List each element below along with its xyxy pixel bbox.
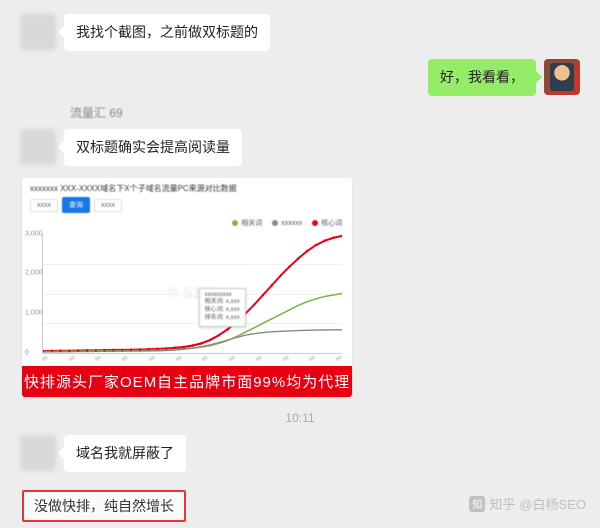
chart-plot-area: 0 1,000 2,000 3,000 © 5118 xxxxxxxxx 相关词…: [42, 234, 342, 354]
avatar-other[interactable]: [20, 129, 56, 165]
zhihu-watermark: 知 知乎 @白杨SEO: [469, 494, 586, 513]
legend-label: 核心词: [321, 218, 342, 228]
message-bubble[interactable]: 域名我就屏蔽了: [64, 435, 186, 472]
message-bubble-self[interactable]: 好，我看看，: [428, 59, 536, 96]
banner-text: 快排源头厂家: [24, 371, 120, 392]
tooltip-line: 排名词: x,xxx: [205, 315, 240, 323]
watermark-author: @白杨SEO: [519, 494, 586, 513]
chart-title: xxxxxxx XXX-XXXX域名下X个子域名流量PC来源对比数据: [30, 183, 344, 194]
chart-header: xxxxxxx XXX-XXXX域名下X个子域名流量PC来源对比数据 xxxx …: [22, 178, 352, 216]
y-tick: 0: [25, 350, 29, 357]
analytics-screenshot: xxxxxxx XXX-XXXX域名下X个子域名流量PC来源对比数据 xxxx …: [22, 178, 352, 397]
banner-text: 市面99%均为代理: [221, 371, 350, 392]
message-bubble[interactable]: 双标题确实会提高阅读量: [64, 129, 242, 166]
y-tick: 2,000: [25, 270, 43, 277]
group-name-label: 流量汇 69: [70, 104, 588, 121]
legend-item: 相关词: [232, 218, 262, 228]
chart-toolbar: xxxx 查询 xxxx: [30, 197, 344, 213]
chart-svg: [43, 234, 342, 353]
message-right-1: 好，我看看，: [12, 59, 588, 96]
y-tick: 3,000: [25, 231, 43, 238]
chart-legend: 相关词 xxxxxx 核心词: [22, 216, 352, 230]
tooltip-line: 相关词: x,xxx: [205, 299, 240, 307]
avatar-self[interactable]: [544, 59, 580, 95]
x-axis: xxxxxxxxxxxxxxxxxxxxxxxx: [22, 356, 352, 366]
legend-item: xxxxxx: [272, 218, 302, 228]
message-left-image: xxxxxxx XXX-XXXX域名下X个子域名流量PC来源对比数据 xxxx …: [12, 178, 588, 397]
highlighted-note: 没做快排，纯自然增长: [22, 490, 186, 522]
message-left-3: 域名我就屏蔽了: [12, 435, 588, 472]
query-button[interactable]: 查询: [62, 197, 90, 213]
shared-image[interactable]: xxxxxxx XXX-XXXX域名下X个子域名流量PC来源对比数据 xxxx …: [22, 178, 352, 397]
y-tick: 1,000: [25, 309, 43, 316]
legend-item: 核心词: [312, 218, 342, 228]
toolbar-button[interactable]: xxxx: [30, 199, 58, 212]
avatar-other[interactable]: [20, 14, 56, 50]
watermark-site: 知乎: [489, 494, 515, 513]
tooltip-line: 核心词: x,xxx: [205, 307, 240, 315]
ad-banner: 快排源头厂家 OEM自主品牌 市面99%均为代理: [22, 366, 352, 397]
zhihu-icon: 知: [469, 496, 485, 512]
message-left-1: 我找个截图，之前做双标题的: [12, 14, 588, 51]
legend-label: 相关词: [241, 218, 262, 228]
chat-timestamp: 10:11: [12, 411, 588, 425]
avatar-other[interactable]: [20, 435, 56, 471]
toolbar-button[interactable]: xxxx: [94, 199, 122, 212]
chat-container: 我找个截图，之前做双标题的 好，我看看， 流量汇 69 双标题确实会提高阅读量 …: [0, 0, 600, 528]
chart-tooltip: xxxxxxxxx 相关词: x,xxx 核心词: x,xxx 排名词: x,x…: [199, 288, 246, 327]
message-left-2: 双标题确实会提高阅读量: [12, 129, 588, 166]
message-bubble[interactable]: 我找个截图，之前做双标题的: [64, 14, 270, 51]
banner-text: OEM自主品牌: [120, 371, 221, 392]
legend-label: xxxxxx: [281, 220, 302, 227]
